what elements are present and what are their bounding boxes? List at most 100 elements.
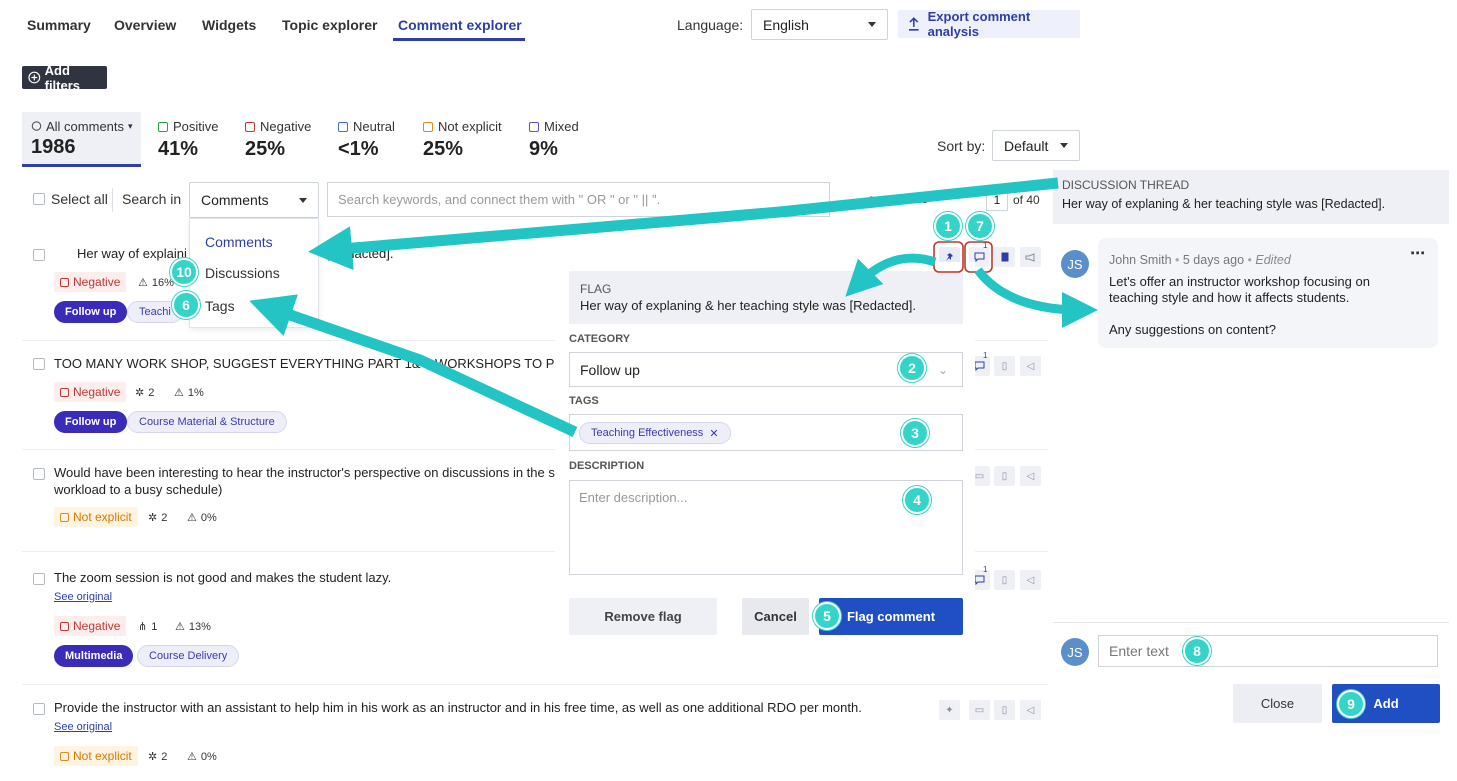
stat-neutral-label: Neutral [353,119,395,134]
marker: 9 [1337,690,1365,718]
discussion-header-label: DISCUSSION THREAD [1062,178,1190,192]
comment-count-badge: 1 [983,565,988,574]
tag-chip-label: Teaching Effectiveness [591,427,704,439]
pager-page-input[interactable]: 1 [986,189,1008,211]
tag-follow-up[interactable]: Follow up [54,301,128,323]
sort-select[interactable]: Default [992,130,1080,161]
language-select[interactable]: English [751,9,888,40]
document-icon[interactable]: ▯ [994,466,1015,486]
tab-overview[interactable]: Overview [114,17,176,33]
stat-all-label: All comments [46,119,125,134]
avatar: JS [1061,638,1089,666]
stat-neutral[interactable]: Neutral <1% [338,119,395,161]
caret-down-icon: ▾ [128,121,133,131]
see-original-link[interactable]: See original [54,591,112,603]
warning-icon: ⚠ [174,387,184,399]
stat-all-value: 1986 [31,136,76,158]
chevron-down-icon [299,197,307,203]
tab-comment-explorer[interactable]: Comment explorer [398,17,522,33]
menu-item-comments[interactable]: Comments [205,234,273,250]
document-icon[interactable] [994,247,1015,267]
search-in-label: Search in [122,191,182,207]
megaphone-icon[interactable]: ◁ [1020,466,1041,486]
light-bulb-icon: ✲ [148,751,158,763]
comment-text: The zoom session is not good and makes t… [54,570,392,585]
stat-mixed-label: Mixed [544,119,579,134]
close-button[interactable]: Close [1233,684,1322,723]
light-bulb-icon: ✲ [148,512,158,524]
megaphone-icon[interactable] [1020,247,1041,267]
comment-checkbox[interactable] [33,703,45,715]
tab-summary[interactable]: Summary [27,17,91,33]
stat-positive[interactable]: Positive 41% [158,119,219,161]
tag-multimedia[interactable]: Multimedia [54,645,134,667]
megaphone-icon[interactable]: ◁ [1020,570,1041,590]
document-icon[interactable]: ▯ [994,356,1015,376]
stat-all-comments[interactable]: All comments ▾ 1986 [22,112,141,167]
flag-header: FLAG Her way of explaning & her teaching… [569,271,963,324]
close-icon[interactable]: ✕ [709,427,718,440]
menu-item-discussions[interactable]: Discussions [205,265,280,281]
description-label: DESCRIPTION [569,460,645,472]
negative-icon [60,621,69,631]
comment-checkbox[interactable] [33,249,45,261]
see-original-link[interactable]: See original [54,721,112,733]
tag-course-material[interactable]: Course Material & Structure [127,411,287,433]
tag-course-delivery[interactable]: Course Delivery [137,645,240,667]
search-in-value: Comments [201,192,269,208]
remove-flag-button[interactable]: Remove flag [569,598,717,635]
comment-count-badge: 1 [983,351,988,360]
stat-not-explicit-label: Not explicit [438,119,502,134]
pin-icon[interactable]: ✦ [939,700,960,720]
reply-input[interactable]: Enter text [1098,635,1438,667]
menu-item-tags[interactable]: Tags [205,298,235,314]
tag-chip: Teaching Effectiveness ✕ [579,422,731,444]
neutral-icon [338,121,348,132]
megaphone-icon[interactable]: ◁ [1020,700,1041,720]
comment-checkbox[interactable] [33,358,45,370]
sort-value: Default [1004,137,1049,154]
tab-topic-explorer[interactable]: Topic explorer [282,17,377,33]
comment-icon[interactable]: ▭ [969,700,990,720]
light-bulb-icon: ✲ [135,387,145,399]
more-options-icon[interactable]: ⋯ [1410,246,1425,262]
search-input[interactable]: Search keywords, and connect them with "… [327,182,830,217]
document-icon[interactable]: ▯ [994,700,1015,720]
export-comment-analysis-button[interactable]: Export comment analysis [898,9,1080,39]
tag-follow-up[interactable]: Follow up [54,411,128,433]
add-filters-label: Add filters [44,62,81,93]
stat-not-explicit[interactable]: Not explicit 25% [423,119,502,161]
warning-icon: ⚠ [175,621,185,633]
sub-topics-meta: ✲ 2 [148,511,168,525]
comment-checkbox[interactable] [33,468,45,480]
megaphone-icon[interactable]: ◁ [1020,356,1041,376]
discussion-message: John Smith • 5 days ago • Edited Let's o… [1098,238,1438,348]
category-value: Follow up [580,361,640,378]
cancel-button[interactable]: Cancel [742,598,809,635]
select-all-checkbox[interactable] [33,193,45,205]
marker: 5 [813,602,841,630]
avatar: JS [1061,250,1089,278]
select-all-label: Select all [51,191,108,207]
stat-negative[interactable]: Negative 25% [245,119,311,161]
stat-mixed-value: 9% [529,138,558,160]
message-line-1: Let's offer an instructor workshop focus… [1109,274,1370,289]
marker: 8 [1183,637,1211,665]
upload-icon [908,17,919,31]
tab-widgets[interactable]: Widgets [202,17,256,33]
risk-meta: ⚠ 0% [187,511,217,525]
hierarchy-meta: ⋔ 1 [138,620,158,634]
comment-text-end: [Redacted]. [327,246,394,261]
arrow [974,267,1098,328]
sentiment-badge: Negative [54,272,127,292]
comment-checkbox[interactable] [33,573,45,585]
stat-mixed[interactable]: Mixed 9% [529,119,579,161]
comment-text: Would have been interesting to hear the … [54,465,564,480]
search-in-select[interactable]: Comments [189,182,319,218]
positive-icon [158,121,168,132]
search-placeholder: Search keywords, and connect them with "… [338,192,661,207]
warning-icon: ⚠ [187,751,197,763]
document-icon[interactable]: ▯ [994,570,1015,590]
flag-header-label: FLAG [580,282,612,296]
add-filters-button[interactable]: Add filters [22,63,107,93]
